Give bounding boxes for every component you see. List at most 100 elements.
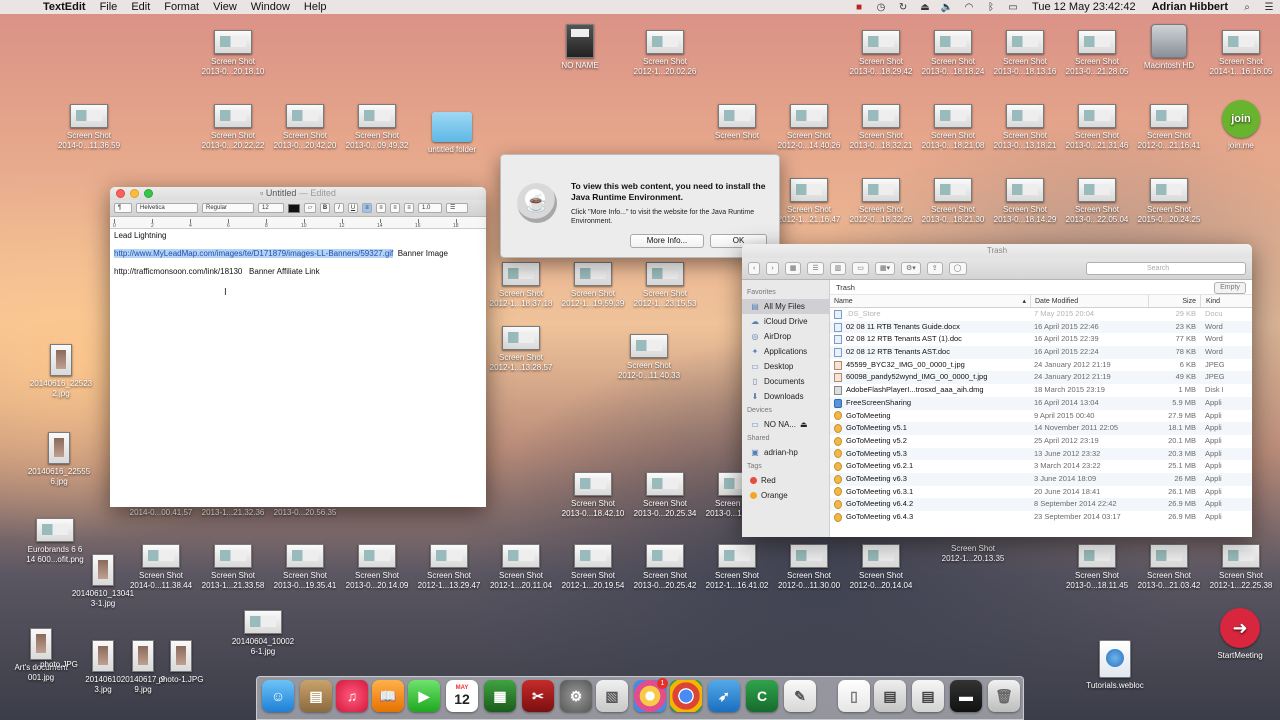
file-row[interactable]: 02 08 11 RTB Tenants Guide.docx 16 April … [830, 320, 1252, 334]
battery-icon[interactable]: ▭ [1002, 2, 1024, 13]
file-row[interactable]: GoToMeeting v5.2 25 April 2012 23:19 20.1 … [830, 435, 1252, 448]
desktop-file[interactable]: Screen Shot 2012-1...20.02.26 [628, 30, 702, 77]
desktop-file[interactable]: 20140616_22555 6.jpg [22, 432, 96, 487]
desktop-file[interactable]: Screen Shot 2012-1...13.28.57 [484, 326, 558, 373]
desktop-file[interactable]: Screen Shot 2013-0...18.42.10 [556, 472, 630, 519]
align-left-icon[interactable]: ≡ [362, 203, 372, 213]
ibooks-icon[interactable]: 📖 [372, 680, 404, 712]
menu-format[interactable]: Format [157, 0, 206, 14]
file-row[interactable]: GoToMeeting v6.3 3 June 2014 18:09 26 MB Ap… [830, 472, 1252, 486]
file-row[interactable]: FreeScreenSharing 16 April 2014 13:04 5.9 … [830, 396, 1252, 410]
desktop-file[interactable]: Screen Shot 2013-0...18.21.08 [916, 104, 990, 151]
list-style-icon[interactable]: ☰ [446, 203, 468, 213]
status-app-icon[interactable]: ■ [848, 2, 870, 13]
desktop-file[interactable]: Screen Shot 2012-0...21.16.41 [1132, 104, 1206, 151]
desktop-file[interactable]: Screen Shot 2014-0...11.38.44 [124, 544, 198, 591]
align-center-icon[interactable]: ≡ [376, 203, 386, 213]
align-right-icon[interactable]: ≡ [390, 203, 400, 213]
desktop-file[interactable]: Screen Shot 2015-0...20.24.25 [1132, 178, 1206, 225]
menu-edit[interactable]: Edit [124, 0, 157, 14]
desktop-file[interactable]: Screen Shot 2012-1...20.19.54 [556, 544, 630, 591]
menu-app-name[interactable]: TextEdit [36, 0, 93, 14]
desktop-file[interactable]: Screen Shot 2013-0...13.18.21 [988, 104, 1062, 151]
font-size-select[interactable]: 12 [258, 203, 284, 213]
desktop-file[interactable]: Screen Shot 2013-0...22.05.04 [1060, 178, 1134, 225]
contacts-icon[interactable]: ▤ [300, 680, 332, 712]
desktop-file[interactable]: Screen Shot 2013-0...18.21.30 [916, 178, 990, 225]
tag-icon[interactable]: ◯ [948, 262, 967, 275]
document-stack-icon[interactable]: ▯ [838, 680, 870, 712]
textedit-window[interactable]: ▫ Untitled — Edited ¶ Helvetica Regular … [110, 187, 486, 507]
spotlight-icon[interactable]: ⌕ [1236, 2, 1258, 13]
system-preferences-icon[interactable]: ⚙ [560, 680, 592, 712]
sidebar-item-airdrop[interactable]: ◎ AirDrop [742, 329, 829, 344]
desktop-file[interactable]: Screen Shot 2013-0...20.14.09 [340, 544, 414, 591]
desktop-file[interactable]: 20140604_10002 6-1.jpg [226, 610, 300, 657]
file-row[interactable]: 60098_pandy52wynd_IMG_00_0000_t.jpg 24 Ja… [830, 371, 1252, 385]
eject-icon[interactable]: ⏏ [914, 2, 936, 13]
forward-button[interactable]: › [766, 262, 779, 275]
selected-link[interactable]: http://www.MyLeadMap.com/images/te/D1718… [114, 249, 394, 258]
back-button[interactable]: ‹ [748, 262, 761, 275]
sidebar-item-applications[interactable]: ✦ Applications [742, 344, 829, 359]
sync-icon[interactable]: ↻ [892, 2, 914, 13]
desktop-file[interactable]: Screen Shot 2014-1...16.16.05 [1204, 30, 1278, 77]
desktop-file[interactable]: Screen Shot 2013-0...19.35.41 [268, 544, 342, 591]
calendar-icon[interactable]: MAY 12 [446, 680, 478, 712]
desktop-file[interactable]: Screen Shot 2013-0...18.11.45 [1060, 544, 1134, 591]
sidebar-item-icloud-drive[interactable]: ☁ iCloud Drive [742, 314, 829, 329]
desktop-file[interactable]: Screen Shot 2013-0...18.29.42 [844, 30, 918, 77]
action-gear-icon[interactable]: ⚙▾ [900, 262, 921, 275]
icon-view-button[interactable]: ▦ [784, 262, 802, 275]
desktop-file[interactable]: Screen Shot 2012-0...11.40.33 [612, 334, 686, 381]
file-row[interactable]: GoToMeeting 9 April 2015 00:40 27.9 MB Appl… [830, 410, 1252, 423]
desktop-file[interactable]: Screen Shot 2012-1...23.15.53 [628, 262, 702, 309]
desktop-file[interactable]: Screen Shot 2013-0...18.32.21 [844, 104, 918, 151]
minimized-window-icon[interactable]: ▤ [912, 680, 944, 712]
file-row[interactable]: GoToMeeting v6.3.1 20 June 2014 18:41 26.1… [830, 486, 1252, 499]
desktop-file[interactable]: photo-1.JPG [144, 640, 218, 685]
list-view-button[interactable]: ☰ [807, 262, 824, 275]
font-family-select[interactable]: Helvetica [136, 203, 198, 213]
underline-button[interactable]: U [348, 203, 358, 213]
desktop-file[interactable]: Screen Shot 2012-1...18.37.18 [484, 262, 558, 309]
film-app-icon[interactable]: ✂ [522, 680, 554, 712]
desktop-file[interactable]: Screen Shot 2012-0...20.14.04 [844, 544, 918, 591]
share-icon[interactable]: ⇪ [926, 262, 943, 275]
eject-icon[interactable]: ⏏ [800, 420, 808, 429]
desktop-drive[interactable]: NO NAME [543, 24, 617, 71]
desktop-file[interactable]: 20140616_22523 2.jpg [24, 344, 98, 399]
desktop-file[interactable]: Screen Shot 2013-0...20.22.22 [196, 104, 270, 151]
desktop-file[interactable]: Screen Shot 2013-0...09.49.32 [340, 104, 414, 151]
menu-view[interactable]: View [206, 0, 244, 14]
time-machine-icon[interactable]: ◷ [870, 2, 892, 13]
more-info-button[interactable]: More Info... [630, 234, 704, 248]
volume-icon[interactable]: 🔈 [936, 2, 958, 13]
desktop-folder[interactable]: untitled folder [415, 112, 489, 155]
desktop-file[interactable]: Screen Shot 2013-0...18.13.16 [988, 30, 1062, 77]
search-input[interactable]: Search [1086, 262, 1246, 275]
arrange-button[interactable]: ▦▾ [874, 262, 895, 275]
file-row[interactable]: GoToMeeting v6.4.2 8 September 2014 22:42… [830, 498, 1252, 511]
link-text[interactable]: http://trafficmonsoon.com/link/18130 [114, 267, 242, 276]
sidebar-item-tag-orange[interactable]: Orange [742, 488, 829, 503]
textedit-titlebar[interactable]: ▫ Untitled — Edited [110, 187, 486, 200]
minimized-window-icon[interactable]: ▤ [874, 680, 906, 712]
sidebar-item-tag-red[interactable]: Red [742, 473, 829, 488]
desktop-file[interactable]: Screen Shot 2013-0...21.28.05 [1060, 30, 1134, 77]
file-row[interactable]: GoToMeeting v5.1 14 November 2011 22:05 18… [830, 422, 1252, 435]
align-justify-icon[interactable]: ≡ [404, 203, 414, 213]
desktop-file[interactable]: Screen Shot 2012-1...20.13.35 [936, 544, 1010, 564]
wifi-icon[interactable]: ◠ [958, 2, 980, 13]
paragraph-style-select[interactable]: ¶ [114, 203, 132, 213]
desktop-file[interactable]: Screen Shot 2012-1...19.59.39 [556, 262, 630, 309]
column-header-name[interactable]: Name ▴ [830, 295, 1030, 307]
camtasia-icon[interactable]: C [746, 680, 778, 712]
desktop-file[interactable]: Screen Shot 2013-1...21.33.58 [196, 544, 270, 591]
menu-user[interactable]: Adrian Hibbert [1144, 1, 1236, 13]
sidebar-item-documents[interactable]: ▯ Documents [742, 374, 829, 389]
sidebar-item-all-my-files[interactable]: ▤ All My Files [742, 299, 829, 314]
desktop-file[interactable]: Screen Shot 2013-0...18.14.29 [988, 178, 1062, 225]
desktop-file[interactable]: Tutorials.webloc [1078, 640, 1152, 691]
desktop-file[interactable]: Screen Shot 2013-0...20.25.34 [628, 472, 702, 519]
